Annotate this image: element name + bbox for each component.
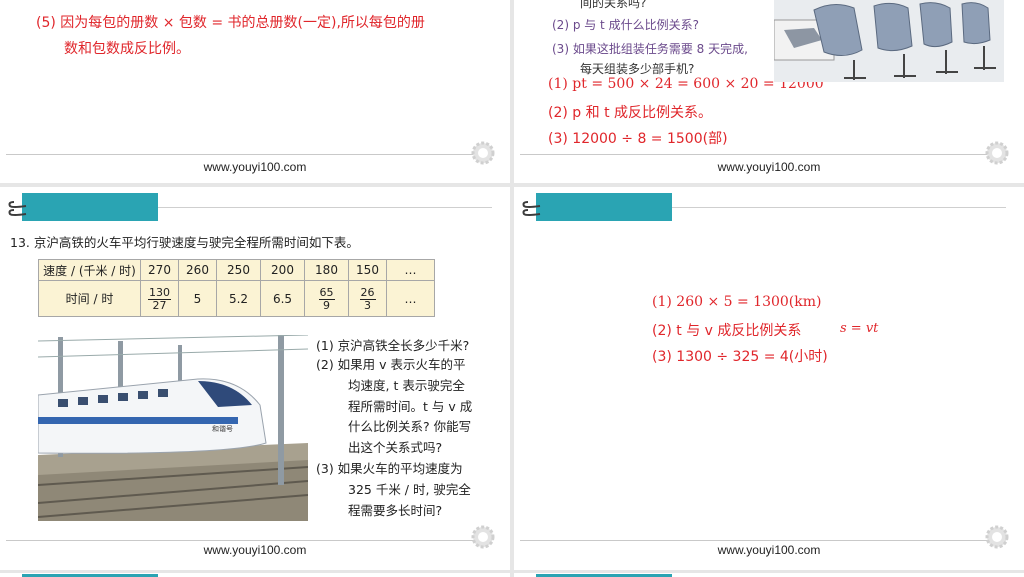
question-2-line: 出这个关系式吗? xyxy=(348,440,443,456)
table-cell: 250 xyxy=(216,259,261,281)
table-cell: 150 xyxy=(348,259,387,281)
fraction: 65 9 xyxy=(318,287,335,312)
fraction-denominator: 9 xyxy=(323,299,330,312)
footer-divider xyxy=(520,540,994,541)
table-cell: 270 xyxy=(140,259,179,281)
answer-3: (3) 1300 ÷ 325 = 4(小时) xyxy=(652,349,828,365)
table-cell: … xyxy=(386,280,435,317)
table-cell: 5 xyxy=(178,280,217,317)
table-cell: 6.5 xyxy=(260,280,305,317)
fraction-denominator: 3 xyxy=(364,299,371,312)
table-row-speed: 速度 / (千米 / 时) 270 260 250 200 180 150 … xyxy=(38,259,435,281)
table-cell: 5.2 xyxy=(216,280,261,317)
question-3-line: (3) 如果火车的平均速度为 xyxy=(316,461,463,476)
slide-panel-2: 间的关系吗? (2) p 与 t 成什么比例关系? (3) 如果这批组装任务需要… xyxy=(514,0,1024,183)
answer-2: (2) p 和 t 成反比例关系。 xyxy=(548,105,713,121)
question-1: (1) 京沪高铁全长多少千米? xyxy=(316,338,470,353)
table-row-time: 时间 / 时 130 27 5 5.2 6.5 65 9 26 3 … xyxy=(38,280,435,317)
train-illustration xyxy=(38,335,308,521)
question-3-line: 325 千米 / 时, 驶完全 xyxy=(348,481,471,497)
question-2-line: 均速度, t 表示驶完全 xyxy=(348,377,465,393)
speed-time-table: 速度 / (千米 / 时) 270 260 250 200 180 150 … … xyxy=(38,259,435,317)
footer-divider xyxy=(6,540,480,541)
question-2-block: (2) 如果用 v 表示火车的平 均速度, t 表示驶完全 程所需时间。t 与 … xyxy=(316,355,472,459)
workers-illustration xyxy=(774,0,1004,82)
question-2: (2) p 与 t 成什么比例关系? xyxy=(552,18,699,32)
table-header-time: 时间 / 时 xyxy=(38,280,141,317)
question-2-line: (2) 如果用 v 表示火车的平 xyxy=(316,357,466,372)
problem-13-title: 13. 京沪高铁的火车平均行驶速度与驶完全程所需时间如下表。 xyxy=(10,235,359,250)
table-cell: 26 3 xyxy=(348,280,387,317)
fraction: 130 27 xyxy=(148,287,171,311)
section-tab xyxy=(522,193,672,221)
table-cell: 65 9 xyxy=(304,280,349,317)
footer-url: www.youyi100.com xyxy=(717,160,821,174)
answer-line-5: (5) 因为每包的册数 × 包数 = 书的总册数(一定),所以每包的册 xyxy=(36,15,425,31)
question-2-line: 什么比例关系? 你能写 xyxy=(348,419,472,435)
next-slide-edge xyxy=(514,573,1024,577)
footer-url: www.youyi100.com xyxy=(717,543,821,557)
question-3-block: (3) 如果火车的平均速度为 325 千米 / 时, 驶完全 程需要多长时间? xyxy=(316,459,471,521)
footer-url: www.youyi100.com xyxy=(203,543,307,557)
section-tab xyxy=(8,193,158,221)
binder-rings-icon xyxy=(8,201,27,216)
question-3: (3) 如果这批组装任务需要 8 天完成, xyxy=(552,42,748,56)
train-name-label: 和谐号 xyxy=(212,425,233,433)
section-tab-bar xyxy=(536,193,672,221)
table-cell: 180 xyxy=(304,259,349,281)
table-header-speed: 速度 / (千米 / 时) xyxy=(38,259,141,281)
header-rule xyxy=(672,207,1006,208)
answer-1: (1) 260 × 5 = 1300(km) xyxy=(652,294,822,310)
table-cell: … xyxy=(386,259,435,281)
binder-rings-icon xyxy=(522,201,541,216)
question-2-line: 程所需时间。t 与 v 成 xyxy=(348,398,473,414)
footer-divider xyxy=(520,154,994,155)
slide-panel-4: (1) 260 × 5 = 1300(km) (2) t 与 v 成反比例关系 … xyxy=(514,187,1024,570)
table-cell: 130 27 xyxy=(140,280,179,317)
question-3-cont: 每天组装多少部手机? xyxy=(580,62,695,76)
footer-url: www.youyi100.com xyxy=(203,160,307,174)
table-cell: 260 xyxy=(178,259,217,281)
fraction: 26 3 xyxy=(359,287,376,312)
table-cell: 200 xyxy=(260,259,305,281)
gear-icon xyxy=(471,141,495,165)
question-3-line: 程需要多长时间? xyxy=(348,502,443,518)
answer-2: (2) t 与 v 成反比例关系 xyxy=(652,323,802,339)
next-slide-edge xyxy=(0,573,510,577)
header-rule xyxy=(158,207,492,208)
answer-3: (3) 12000 ÷ 8 = 1500(部) xyxy=(548,131,728,147)
answer-line-5-cont: 数和包数成反比例。 xyxy=(64,41,190,57)
footer-divider xyxy=(6,154,480,155)
gear-icon xyxy=(471,525,495,549)
answer-2-formula: s = vt xyxy=(840,321,879,336)
gear-icon xyxy=(985,141,1009,165)
slide-panel-3: 13. 京沪高铁的火车平均行驶速度与驶完全程所需时间如下表。 速度 / (千米 … xyxy=(0,187,510,570)
fraction-denominator: 27 xyxy=(152,299,167,312)
section-tab-bar xyxy=(22,193,158,221)
slide-panel-1: (5) 因为每包的册数 × 包数 = 书的总册数(一定),所以每包的册 数和包数… xyxy=(0,0,510,183)
gear-icon xyxy=(985,525,1009,549)
question-clipped-text: 间的关系吗? xyxy=(580,0,647,10)
